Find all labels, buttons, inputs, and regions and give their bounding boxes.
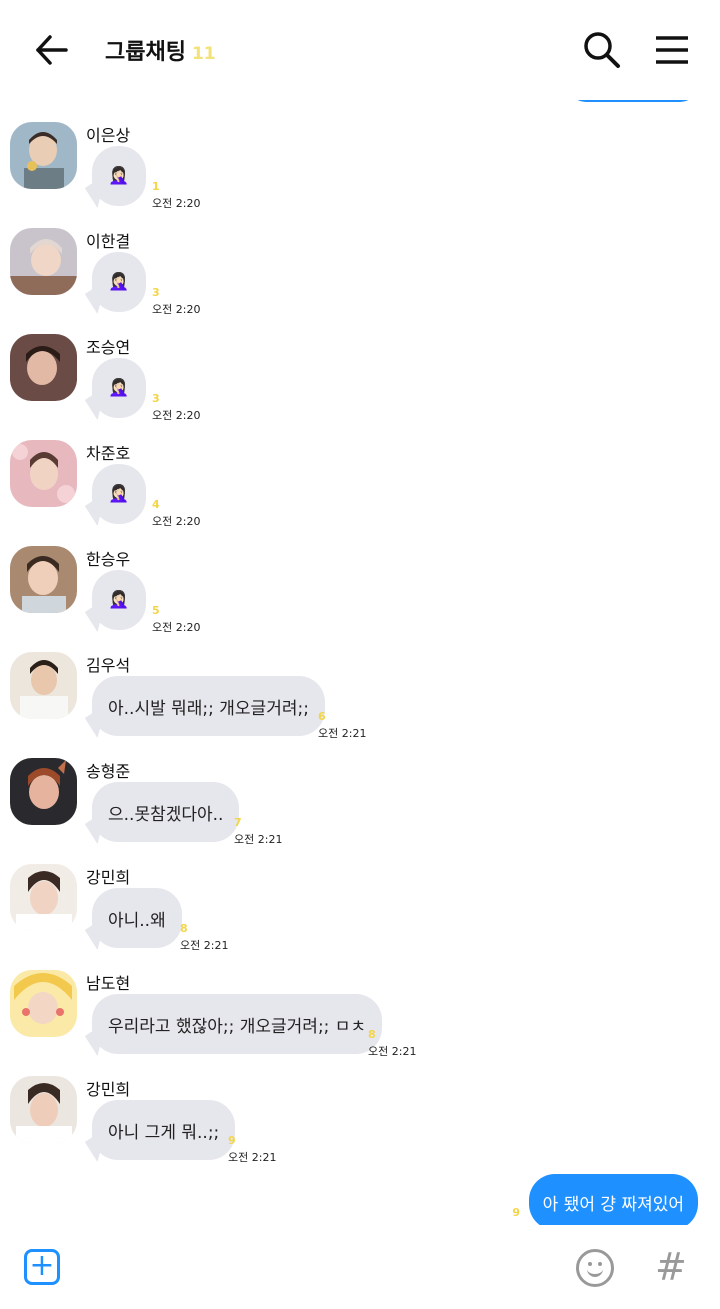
avatar[interactable] — [10, 440, 77, 507]
chat-title-group: 그룹채팅 11 — [105, 34, 216, 66]
avatar[interactable] — [10, 122, 77, 189]
sender-name: 조승연 — [86, 338, 131, 357]
member-count: 11 — [191, 44, 216, 64]
unread-count: 4 — [152, 498, 160, 511]
profile-photo — [10, 1076, 77, 1143]
avatar[interactable] — [10, 970, 77, 1037]
message-time: 오전 2:20 — [152, 621, 201, 634]
unread-count: 3 — [152, 392, 160, 405]
unread-count: 6 — [318, 710, 326, 723]
sender-name: 강민희 — [86, 868, 131, 887]
attach-button[interactable]: + — [24, 1249, 60, 1285]
avatar[interactable] — [10, 334, 77, 401]
arrow-left-icon — [36, 35, 68, 65]
message-bubble[interactable]: 으..못참겠다아.. — [92, 782, 240, 842]
search-icon — [584, 32, 620, 68]
profile-photo — [10, 546, 77, 613]
message-bubble[interactable]: 아..시발 뭐래;; 개오글거려;; — [92, 676, 325, 736]
sender-name: 남도현 — [86, 974, 131, 993]
sent-bubble-fragment — [568, 100, 698, 102]
chat-title: 그룹채팅 — [105, 40, 186, 65]
message-time: 오전 2:21 — [180, 939, 229, 952]
unread-count: 8 — [368, 1028, 376, 1041]
unread-count: 8 — [180, 922, 188, 935]
profile-photo — [10, 228, 77, 295]
plus-square-icon: + — [29, 1248, 55, 1283]
message-time: 오전 2:21 — [228, 1151, 277, 1164]
unread-count: 5 — [152, 604, 160, 617]
back-button[interactable] — [30, 28, 74, 72]
sent-message-bubble[interactable]: 아 됐어 걍 짜져있어 — [528, 1174, 698, 1225]
hamburger-menu-icon — [656, 36, 688, 64]
avatar[interactable] — [10, 652, 77, 719]
sender-name: 김우석 — [86, 656, 131, 675]
hashtag-icon: # — [655, 1245, 687, 1289]
profile-photo — [10, 970, 77, 1037]
unread-count: 9 — [228, 1134, 236, 1147]
profile-photo — [10, 864, 77, 931]
message-bubble[interactable]: 우리라고 했잖아;; 개오글거려;; ㅁㅊ — [92, 994, 383, 1054]
unread-count: 1 — [152, 180, 160, 193]
hashtag-button[interactable]: # — [655, 1245, 687, 1289]
sent-unread-count: 9 — [512, 1206, 520, 1219]
message-time: 오전 2:21 — [368, 1045, 417, 1058]
emoji-button[interactable] — [576, 1249, 614, 1287]
message-bubble[interactable]: 아니..왜 — [92, 888, 182, 948]
search-button[interactable] — [580, 28, 624, 72]
message-bubble[interactable]: 아니 그게 뭐..;; — [92, 1100, 236, 1160]
sender-name: 이은상 — [86, 126, 131, 145]
message-time: 오전 2:20 — [152, 515, 201, 528]
input-bar: + # — [0, 1225, 720, 1309]
unread-count: 3 — [152, 286, 160, 299]
message-time: 오전 2:20 — [152, 409, 201, 422]
avatar[interactable] — [10, 228, 77, 295]
sender-name: 차준호 — [86, 444, 131, 463]
message-time: 오전 2:20 — [152, 303, 201, 316]
chat-header: 그룹채팅 11 — [0, 0, 720, 100]
message-time: 오전 2:20 — [152, 197, 201, 210]
profile-photo — [10, 652, 77, 719]
message-bubble[interactable]: 🤦🏻‍♀️ — [92, 358, 146, 418]
unread-count: 7 — [234, 816, 242, 829]
message-bubble[interactable]: 🤦🏻‍♀️ — [92, 464, 146, 524]
sender-name: 송형준 — [86, 762, 131, 781]
menu-button[interactable] — [650, 28, 694, 72]
message-bubble[interactable]: 🤦🏻‍♀️ — [92, 146, 146, 206]
message-list[interactable]: 이은상 🤦🏻‍♀️ 1 오전 2:20 이한결 🤦🏻‍♀️ 3 오전 2:20 — [0, 100, 720, 1225]
sender-name: 한승우 — [86, 550, 131, 569]
profile-photo — [10, 440, 77, 507]
profile-photo — [10, 758, 77, 825]
avatar[interactable] — [10, 1076, 77, 1143]
message-bubble[interactable]: 🤦🏻‍♀️ — [92, 252, 146, 312]
profile-photo — [10, 334, 77, 401]
avatar[interactable] — [10, 546, 77, 613]
sender-name: 강민희 — [86, 1080, 131, 1099]
sender-name: 이한결 — [86, 232, 131, 251]
message-time: 오전 2:21 — [318, 727, 367, 740]
previous-message-fragment — [0, 100, 720, 110]
message-time: 오전 2:21 — [234, 833, 283, 846]
profile-photo — [10, 122, 77, 189]
avatar[interactable] — [10, 864, 77, 931]
message-bubble[interactable]: 🤦🏻‍♀️ — [92, 570, 146, 630]
avatar[interactable] — [10, 758, 77, 825]
